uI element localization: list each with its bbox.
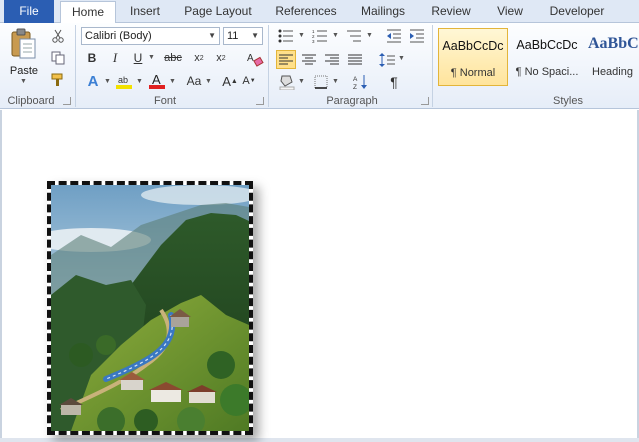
numbering-dropdown-icon[interactable]: ▼ — [332, 32, 339, 39]
change-case-dropdown-icon[interactable]: ▼ — [205, 78, 212, 85]
style-sample: AaBbC — [588, 35, 639, 52]
text-effects-dropdown-icon[interactable]: ▼ — [104, 78, 111, 85]
underline-icon[interactable]: U — [130, 50, 146, 66]
paste-icon[interactable] — [8, 27, 38, 61]
multilevel-dropdown-icon[interactable]: ▼ — [366, 32, 373, 39]
shrink-font-icon[interactable]: A ▼ — [241, 72, 257, 90]
italic-icon[interactable]: I — [107, 50, 123, 66]
page-border-left — [0, 110, 2, 442]
align-center-icon[interactable] — [300, 51, 318, 68]
style-name: Heading — [592, 66, 633, 78]
justify-icon[interactable] — [346, 51, 364, 68]
paste-dropdown-icon[interactable]: ▼ — [20, 78, 27, 85]
text-effects-icon[interactable]: A — [84, 72, 102, 90]
underline-dropdown-icon[interactable]: ▼ — [148, 54, 155, 61]
change-case-icon[interactable]: Aa — [184, 72, 204, 90]
group-separator — [432, 25, 433, 107]
style-name: ¶ No Spaci... — [515, 66, 579, 78]
svg-text:A: A — [353, 76, 358, 83]
ribbon-home: Paste ▼ Clipboard Calibri (Body) ▼ 11 ▼ … — [0, 23, 639, 109]
styles-group-label: Styles — [553, 95, 583, 107]
format-painter-icon[interactable] — [50, 72, 66, 88]
font-color-dropdown-icon[interactable]: ▼ — [169, 78, 176, 85]
bold-icon[interactable]: B — [84, 50, 100, 66]
font-size-value: 11 — [227, 30, 239, 42]
strikethrough-icon[interactable]: abc — [162, 50, 184, 66]
subscript-icon[interactable]: x2 — [190, 50, 208, 66]
svg-text:A: A — [247, 53, 254, 64]
style-no-spacing[interactable]: AaBbCcDc ¶ No Spaci... — [512, 28, 582, 86]
group-separator — [75, 25, 76, 107]
paste-button[interactable]: Paste — [8, 65, 40, 77]
numbering-icon[interactable]: 123 — [311, 28, 329, 44]
chevron-down-icon: ▼ — [251, 31, 259, 40]
font-size-select[interactable]: 11 ▼ — [223, 27, 263, 45]
page-border-bottom — [0, 438, 639, 442]
svg-text:Z: Z — [353, 84, 357, 90]
multilevel-list-icon[interactable] — [345, 28, 363, 44]
paragraph-group-label: Paragraph — [326, 95, 378, 107]
superscript-icon[interactable]: x2 — [212, 50, 230, 66]
group-separator — [268, 25, 269, 107]
font-family-value: Calibri (Body) — [85, 30, 152, 42]
increase-indent-icon[interactable] — [408, 28, 426, 44]
ribbon-tab-bar: File Home Insert Page Layout References … — [0, 0, 639, 24]
paragraph-launcher-icon[interactable] — [421, 97, 429, 105]
svg-text:3: 3 — [312, 39, 315, 43]
font-launcher-icon[interactable] — [256, 97, 264, 105]
style-name: ¶ Normal — [450, 67, 496, 79]
shading-dropdown-icon[interactable]: ▼ — [298, 78, 305, 85]
tab-home[interactable]: Home — [60, 1, 116, 24]
show-formatting-icon[interactable]: ¶ — [386, 73, 402, 90]
line-spacing-icon[interactable] — [378, 51, 396, 68]
borders-dropdown-icon[interactable]: ▼ — [332, 78, 339, 85]
tab-developer[interactable]: Developer — [542, 0, 612, 23]
font-group-label: Font — [153, 95, 176, 107]
tab-view[interactable]: View — [488, 0, 532, 23]
line-spacing-dropdown-icon[interactable]: ▼ — [398, 55, 405, 62]
font-color-icon[interactable]: A — [148, 72, 166, 90]
align-right-icon[interactable] — [323, 51, 341, 68]
style-sample: AaBbCcDc — [516, 38, 578, 52]
tab-mailings[interactable]: Mailings — [352, 0, 414, 23]
style-heading[interactable]: AaBbC Heading — [586, 28, 639, 86]
style-normal[interactable]: AaBbCcDc ¶ Normal — [438, 28, 508, 86]
borders-icon[interactable] — [312, 73, 330, 90]
grow-font-icon[interactable]: A ▲ — [222, 72, 238, 90]
clipboard-launcher-icon[interactable] — [63, 97, 71, 105]
chevron-down-icon: ▼ — [208, 31, 216, 40]
shading-icon[interactable] — [278, 73, 296, 90]
highlight-dropdown-icon[interactable]: ▼ — [136, 78, 143, 85]
clipboard-group-label: Clipboard — [7, 95, 55, 107]
tab-references[interactable]: References — [268, 0, 344, 23]
svg-text:ab: ab — [118, 75, 128, 85]
font-family-select[interactable]: Calibri (Body) ▼ — [81, 27, 220, 45]
landscape-photo — [51, 185, 249, 431]
style-sample: AaBbCcDc — [442, 39, 504, 53]
tab-insert[interactable]: Insert — [122, 0, 168, 23]
highlight-icon[interactable]: ab — [115, 72, 133, 90]
svg-text:A: A — [152, 72, 161, 87]
clear-formatting-icon[interactable]: A — [246, 50, 264, 68]
tab-file[interactable]: File — [4, 0, 54, 23]
cut-icon[interactable] — [50, 28, 66, 44]
tab-review[interactable]: Review — [424, 0, 478, 23]
inserted-picture[interactable] — [47, 181, 253, 435]
tab-page-layout[interactable]: Page Layout — [178, 0, 258, 23]
decrease-indent-icon[interactable] — [385, 28, 403, 44]
bullets-icon[interactable] — [277, 28, 295, 44]
align-left-icon[interactable] — [276, 50, 296, 69]
copy-icon[interactable] — [50, 50, 66, 66]
sort-icon[interactable]: AZ — [352, 73, 370, 90]
bullets-dropdown-icon[interactable]: ▼ — [298, 32, 305, 39]
